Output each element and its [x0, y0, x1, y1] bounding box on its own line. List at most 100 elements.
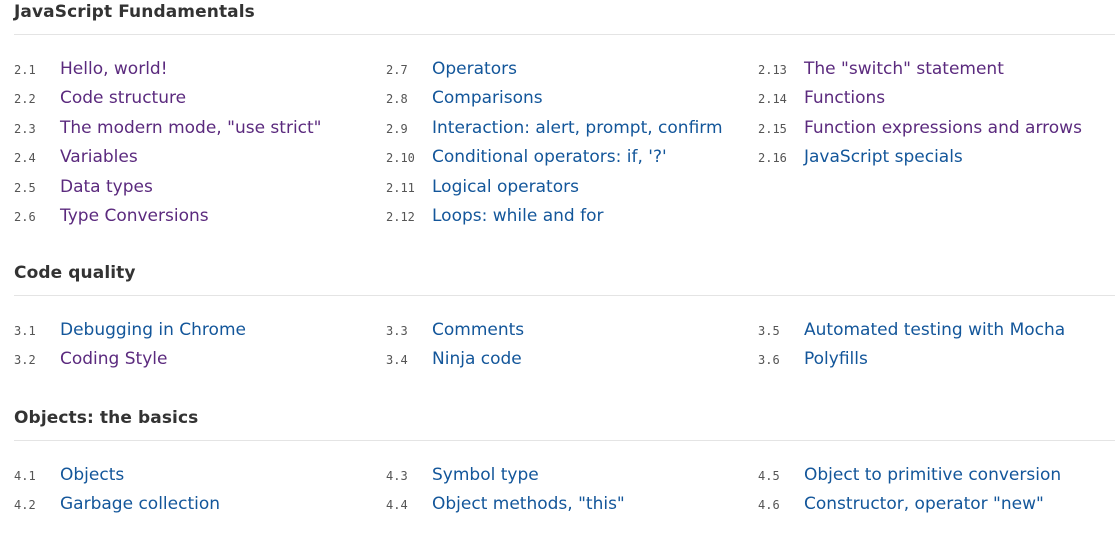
chapter-number: 4.6 — [758, 498, 780, 513]
chapter-column-3: 2.13 The "switch" statement 2.14 Functions… — [758, 57, 1115, 175]
chapter-number: 4.2 — [14, 498, 36, 513]
chapter-item[interactable]: 2.11 Logical operators — [386, 175, 746, 204]
chapter-item[interactable]: 2.10 Conditional operators: if, '?' — [386, 145, 746, 174]
chapter-link[interactable]: Code structure — [60, 86, 186, 110]
chapter-item[interactable]: 2.5 Data types — [14, 175, 374, 204]
chapter-column-1: 2.1 Hello, world! 2.2 Code structure 2.3 Th… — [14, 57, 374, 233]
chapter-number: 2.6 — [14, 209, 36, 224]
chapter-item[interactable]: 4.4 Object methods, "this" — [386, 492, 746, 521]
chapter-number: 3.4 — [386, 353, 408, 368]
chapter-column-2: 3.3 Comments 3.4 Ninja code — [386, 318, 746, 377]
chapter-item[interactable]: 2.8 Comparisons — [386, 86, 746, 115]
chapter-link[interactable]: Comments — [432, 318, 524, 342]
section-divider — [14, 295, 1115, 296]
chapter-item[interactable]: 2.6 Type Conversions — [14, 204, 374, 233]
chapter-number: 3.5 — [758, 324, 780, 338]
chapter-number: 3.1 — [14, 324, 36, 338]
chapter-number: 2.2 — [14, 92, 36, 107]
chapter-number: 2.11 — [386, 180, 415, 195]
chapter-link[interactable]: Variables — [60, 145, 138, 169]
chapter-link[interactable]: Coding Style — [60, 347, 167, 371]
section-divider — [14, 440, 1115, 441]
chapter-item[interactable]: 3.3 Comments — [386, 318, 746, 347]
chapter-link[interactable]: Debugging in Chrome — [60, 318, 246, 342]
chapter-number: 4.5 — [758, 469, 780, 483]
chapter-number: 2.7 — [386, 63, 408, 77]
section-title: Objects: the basics — [14, 408, 199, 428]
chapter-number: 2.16 — [758, 151, 787, 166]
chapter-item[interactable]: 4.3 Symbol type — [386, 463, 746, 492]
chapter-item[interactable]: 4.5 Object to primitive conversion — [758, 463, 1115, 492]
chapter-link[interactable]: The modern mode, "use strict" — [60, 116, 322, 140]
section-title: Code quality — [14, 263, 136, 283]
chapter-link[interactable]: Automated testing with Mocha — [804, 318, 1065, 342]
chapter-item[interactable]: 4.1 Objects — [14, 463, 374, 492]
section-objects-basics: Objects: the basics 4.1 Objects 4.2 Garbag… — [14, 407, 1115, 537]
chapter-column-3: 4.5 Object to primitive conversion 4.6 Con… — [758, 463, 1115, 522]
chapter-link[interactable]: Interaction: alert, prompt, confirm — [432, 116, 723, 140]
chapter-column-1: 3.1 Debugging in Chrome 3.2 Coding Style — [14, 318, 374, 377]
chapter-item[interactable]: 2.14 Functions — [758, 86, 1115, 115]
chapter-number: 4.4 — [386, 498, 408, 513]
chapter-column-2: 2.7 Operators 2.8 Comparisons 2.9 Interacti… — [386, 57, 746, 233]
chapter-item[interactable]: 2.13 The "switch" statement — [758, 57, 1115, 86]
chapter-link[interactable]: Object methods, "this" — [432, 492, 625, 516]
chapter-item[interactable]: 2.1 Hello, world! — [14, 57, 374, 86]
chapter-item[interactable]: 3.1 Debugging in Chrome — [14, 318, 374, 347]
chapter-number: 2.13 — [758, 63, 787, 77]
section-code-quality: Code quality 3.1 Debugging in Chrome 3.2 C… — [14, 262, 1115, 392]
chapter-number: 2.14 — [758, 92, 787, 107]
chapter-item[interactable]: 2.16 JavaScript specials — [758, 145, 1115, 174]
chapter-number: 2.12 — [386, 209, 415, 224]
chapter-link[interactable]: Hello, world! — [60, 57, 168, 81]
chapter-link[interactable]: Objects — [60, 463, 124, 487]
chapter-link[interactable]: Conditional operators: if, '?' — [432, 145, 667, 169]
chapter-link[interactable]: Data types — [60, 175, 153, 199]
chapter-link[interactable]: The "switch" statement — [804, 57, 1004, 81]
section-title: JavaScript Fundamentals — [14, 2, 255, 22]
chapter-link[interactable]: Logical operators — [432, 175, 579, 199]
chapter-link[interactable]: Function expressions and arrows — [804, 116, 1082, 140]
chapter-item[interactable]: 3.5 Automated testing with Mocha — [758, 318, 1115, 347]
chapter-number: 4.3 — [386, 469, 408, 483]
chapter-number: 3.2 — [14, 353, 36, 368]
chapter-item[interactable]: 3.2 Coding Style — [14, 347, 374, 376]
chapter-link[interactable]: Loops: while and for — [432, 204, 604, 228]
chapter-item[interactable]: 3.6 Polyfills — [758, 347, 1115, 376]
chapter-column-3: 3.5 Automated testing with Mocha 3.6 Polyf… — [758, 318, 1115, 377]
section-javascript-fundamentals: JavaScript Fundamentals 2.1 Hello, world!… — [14, 0, 1115, 240]
chapter-link[interactable]: Polyfills — [804, 347, 868, 371]
chapter-number: 2.15 — [758, 121, 787, 136]
chapter-link[interactable]: Functions — [804, 86, 885, 110]
chapter-link[interactable]: Symbol type — [432, 463, 539, 487]
chapter-number: 2.5 — [14, 180, 36, 195]
chapter-item[interactable]: 3.4 Ninja code — [386, 347, 746, 376]
chapter-item[interactable]: 2.12 Loops: while and for — [386, 204, 746, 233]
chapter-number: 3.6 — [758, 353, 780, 368]
chapter-item[interactable]: 4.2 Garbage collection — [14, 492, 374, 521]
chapter-item[interactable]: 2.4 Variables — [14, 145, 374, 174]
chapter-link[interactable]: Type Conversions — [60, 204, 209, 228]
chapter-column-1: 4.1 Objects 4.2 Garbage collection — [14, 463, 374, 522]
chapter-link[interactable]: Ninja code — [432, 347, 522, 371]
chapter-link[interactable]: Comparisons — [432, 86, 543, 110]
chapter-item[interactable]: 2.3 The modern mode, "use strict" — [14, 116, 374, 145]
chapter-item[interactable]: 2.7 Operators — [386, 57, 746, 86]
chapter-link[interactable]: Operators — [432, 57, 517, 81]
chapter-number: 2.4 — [14, 151, 36, 166]
chapter-link[interactable]: Object to primitive conversion — [804, 463, 1061, 487]
chapter-number: 2.10 — [386, 151, 415, 166]
chapter-item[interactable]: 2.9 Interaction: alert, prompt, confirm — [386, 116, 746, 145]
chapter-item[interactable]: 2.15 Function expressions and arrows — [758, 116, 1115, 145]
chapter-link[interactable]: Garbage collection — [60, 492, 220, 516]
chapter-link[interactable]: Constructor, operator "new" — [804, 492, 1044, 516]
chapter-number: 2.1 — [14, 63, 36, 77]
tutorial-contents: JavaScript Fundamentals 2.1 Hello, world!… — [0, 0, 1115, 547]
chapter-item[interactable]: 4.6 Constructor, operator "new" — [758, 492, 1115, 521]
chapter-number: 4.1 — [14, 469, 36, 483]
chapter-link[interactable]: JavaScript specials — [804, 145, 963, 169]
chapter-column-2: 4.3 Symbol type 4.4 Object methods, "this" — [386, 463, 746, 522]
chapter-number: 2.8 — [386, 92, 408, 107]
chapter-number: 3.3 — [386, 324, 408, 338]
chapter-item[interactable]: 2.2 Code structure — [14, 86, 374, 115]
